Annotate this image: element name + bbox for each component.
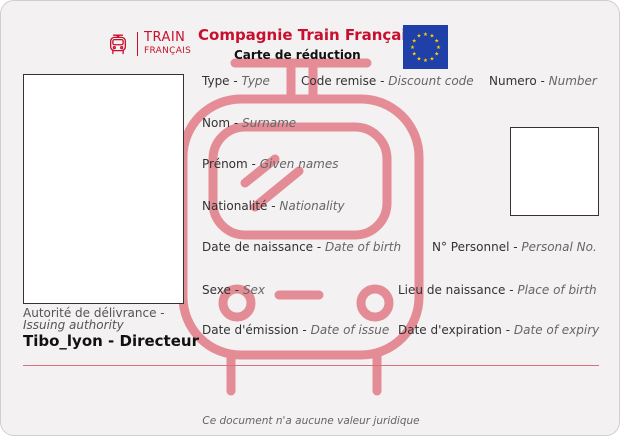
issuing-authority-en: Issuing authority <box>23 318 124 332</box>
eu-star-icon: ★ <box>417 34 422 40</box>
field-date-of-birth: Date de naissance - Date of birth <box>202 240 402 254</box>
eu-star-icon: ★ <box>423 58 428 64</box>
eu-star-icon: ★ <box>436 45 441 51</box>
field-given-names: Prénom - Given names <box>202 157 339 171</box>
signature-box <box>510 127 599 216</box>
card-subtitle: Carte de réduction <box>234 48 361 62</box>
logo-text-francais: FRANÇAIS <box>144 46 192 56</box>
field-sex: Sexe - Sex <box>202 283 265 297</box>
eu-star-icon: ★ <box>430 56 435 62</box>
eu-flag-icon: ★ ★★★★★★★★★★★ <box>403 25 448 69</box>
issuing-authority-label: Autorité de délivrance - Issuing authori… <box>23 307 165 331</box>
field-place-of-birth: Lieu de naissance - Place of birth <box>398 283 597 297</box>
photo-box <box>23 74 184 304</box>
legal-disclaimer: Ce document n'a aucune valeur juridique <box>202 415 420 427</box>
eu-star-icon: ★ <box>423 32 428 38</box>
company-name: Compagnie Train Français <box>198 26 416 44</box>
field-type: Type - Type <box>202 74 270 88</box>
divider-line <box>23 365 599 366</box>
discount-card: TRAIN FRANÇAIS Compagnie Train Français … <box>0 0 620 436</box>
eu-star-icon: ★ <box>434 39 439 45</box>
train-watermark-icon <box>178 58 424 396</box>
train-logo-icon <box>110 34 126 55</box>
field-date-of-expiry: Date d'expiration - Date of expiry <box>398 323 600 337</box>
eu-star-icon: ★ <box>417 56 422 62</box>
field-number: Numero - Number <box>489 74 597 88</box>
logo-divider <box>137 32 138 56</box>
field-personal-number: N° Personnel - Personal No. <box>432 240 597 254</box>
eu-star-icon: ★ <box>410 45 415 51</box>
eu-star-icon: ★ <box>434 52 439 58</box>
logo-text-train: TRAIN <box>144 30 186 45</box>
field-discount-code: Code remise - Discount code <box>301 74 474 88</box>
field-surname: Nom - Surname <box>202 116 297 130</box>
field-date-of-issue: Date d'émission - Date of issue <box>202 323 390 337</box>
eu-star-icon: ★ <box>412 52 417 58</box>
field-nationality: Nationalité - Nationality <box>202 199 345 213</box>
issuing-authority-value: Tibo_lyon - Directeur <box>23 332 199 350</box>
